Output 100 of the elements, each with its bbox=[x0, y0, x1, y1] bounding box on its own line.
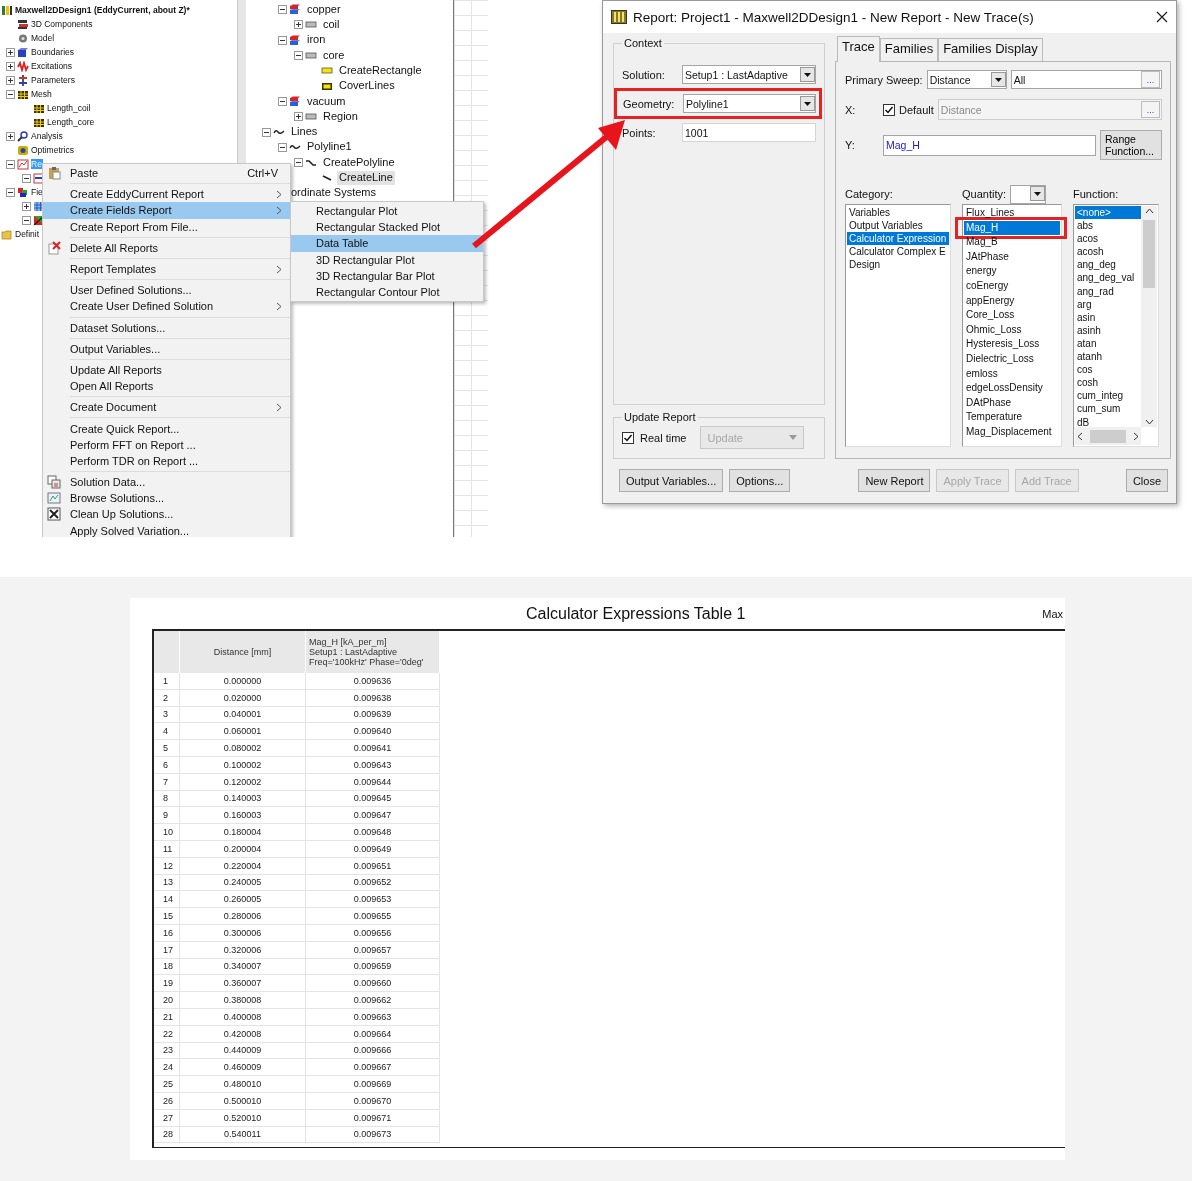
chevron-right-icon[interactable] bbox=[1133, 431, 1139, 441]
list-item[interactable]: Dielectric_Loss bbox=[964, 351, 1060, 367]
tree-item[interactable]: Optimetrics bbox=[31, 144, 75, 156]
minus-toggle-icon[interactable] bbox=[294, 51, 303, 61]
menu-item[interactable]: Create Fields Report bbox=[43, 202, 290, 219]
dropdown[interactable]: Setup1 : LastAdaptive bbox=[682, 65, 816, 84]
list-item[interactable]: Mag_Displacement bbox=[964, 424, 1060, 440]
menu-item[interactable]: Apply Solved Variation... bbox=[43, 522, 290, 537]
list-item[interactable]: acos bbox=[1075, 232, 1141, 246]
menu-item[interactable]: Rectangular Plot bbox=[291, 203, 483, 220]
list-item[interactable]: Ohmic_Loss bbox=[964, 322, 1060, 338]
menu-item[interactable]: Open All Reports bbox=[43, 378, 290, 395]
chevron-left-icon[interactable] bbox=[1077, 431, 1083, 441]
tree-item[interactable]: Length_core bbox=[47, 116, 96, 128]
menu-item[interactable]: User Defined Solutions... bbox=[43, 282, 290, 299]
menu-item[interactable]: Report Templates bbox=[43, 260, 290, 278]
list-item[interactable]: arg bbox=[1075, 297, 1141, 311]
tree-item[interactable]: copper bbox=[305, 2, 343, 17]
list-item[interactable]: cum_integ bbox=[1075, 389, 1141, 403]
menu-item[interactable]: Create Report From File... bbox=[43, 218, 290, 235]
minus-toggle-icon[interactable] bbox=[278, 142, 287, 152]
tree-item[interactable]: Length_coil bbox=[47, 102, 92, 114]
tab[interactable]: Families bbox=[879, 38, 939, 61]
minus-toggle-icon[interactable] bbox=[22, 215, 31, 225]
scrollbar-thumb[interactable] bbox=[1143, 220, 1155, 288]
list-item[interactable]: ang_deg_val bbox=[1075, 271, 1141, 285]
list-item[interactable]: cum_sum bbox=[1075, 402, 1141, 416]
list-item[interactable]: Core_Loss bbox=[964, 308, 1060, 323]
menu-item[interactable]: Perform FFT on Report ... bbox=[43, 436, 290, 453]
tree-item[interactable]: Polyline1 bbox=[305, 140, 354, 155]
minus-toggle-icon[interactable] bbox=[22, 173, 31, 183]
list-item[interactable]: asinh bbox=[1075, 323, 1141, 337]
tree-item[interactable]: Boundaries bbox=[31, 46, 75, 58]
plus-toggle-icon[interactable] bbox=[22, 201, 31, 211]
menu-item[interactable]: Create Quick Report... bbox=[43, 420, 290, 437]
menu-item[interactable]: Data Table bbox=[291, 235, 483, 252]
chevron-down-icon[interactable] bbox=[1144, 419, 1154, 425]
list-item[interactable]: appEnergy bbox=[964, 293, 1060, 309]
menu-item[interactable]: Clean Up Solutions... bbox=[43, 506, 290, 523]
menu-item[interactable]: Perform TDR on Report ... bbox=[43, 452, 290, 469]
caret-icon[interactable] bbox=[800, 96, 815, 111]
caret-icon[interactable] bbox=[990, 72, 1006, 87]
plus-toggle-icon[interactable] bbox=[294, 20, 303, 30]
tree-item[interactable]: CreateLine bbox=[337, 171, 395, 185]
minus-toggle-icon[interactable] bbox=[6, 159, 15, 169]
plus-toggle-icon[interactable] bbox=[6, 47, 15, 57]
tree-item[interactable]: Analysis bbox=[31, 130, 64, 142]
menu-item[interactable]: Create User Defined Solution bbox=[43, 298, 290, 315]
list-item[interactable]: Design bbox=[847, 258, 949, 272]
plus-toggle-icon[interactable] bbox=[294, 112, 303, 122]
tree-item[interactable]: core bbox=[321, 48, 347, 63]
input-field[interactable]: 1001 bbox=[682, 123, 816, 142]
list-item[interactable]: cosh bbox=[1075, 376, 1141, 390]
menu-item[interactable]: Browse Solutions... bbox=[43, 490, 290, 507]
scrollbar-thumb[interactable] bbox=[1090, 429, 1126, 443]
dialog-button[interactable]: Close bbox=[1125, 469, 1168, 492]
tree-item[interactable]: ordinate Systems bbox=[289, 186, 378, 201]
list-item[interactable]: <none> bbox=[1075, 206, 1141, 220]
list-item[interactable]: dB bbox=[1075, 415, 1141, 427]
list-item[interactable]: edgeLossDensity bbox=[964, 381, 1060, 396]
list-item[interactable]: Hysteresis_Loss bbox=[964, 337, 1060, 352]
close-icon[interactable] bbox=[1156, 11, 1168, 23]
tree-item[interactable]: Fie bbox=[31, 186, 44, 198]
menu-item[interactable]: Delete All Reports bbox=[43, 239, 290, 256]
caret-icon[interactable] bbox=[800, 67, 815, 82]
browse-button[interactable]: ... bbox=[1141, 71, 1160, 88]
menu-item[interactable]: Update All Reports bbox=[43, 361, 290, 379]
list-item[interactable]: Calculator Expression bbox=[847, 232, 949, 246]
minus-toggle-icon[interactable] bbox=[278, 35, 287, 45]
menu-item[interactable]: Rectangular Stacked Plot bbox=[291, 219, 483, 236]
list-item[interactable]: coEnergy bbox=[964, 278, 1060, 294]
list-item[interactable]: DAtPhase bbox=[964, 395, 1060, 411]
tree-item[interactable]: CoverLines bbox=[337, 79, 397, 93]
list-item[interactable]: abs bbox=[1075, 219, 1141, 233]
menu-item[interactable]: 3D Rectangular Plot bbox=[291, 251, 483, 268]
minus-toggle-icon[interactable] bbox=[278, 96, 287, 106]
dropdown[interactable]: Polyline1 bbox=[683, 94, 816, 113]
dialog-button[interactable]: New Report bbox=[858, 469, 931, 492]
plus-toggle-icon[interactable] bbox=[6, 75, 15, 85]
dropdown[interactable]: Distance bbox=[926, 70, 1007, 89]
list-item[interactable]: asin bbox=[1075, 310, 1141, 324]
dropdown[interactable] bbox=[1010, 184, 1047, 204]
range-function-button[interactable]: Range Function... bbox=[1100, 130, 1162, 160]
list-item[interactable]: Temperature bbox=[964, 410, 1060, 425]
list-item[interactable]: Output Variables bbox=[847, 219, 949, 233]
tree-item[interactable]: Excitations bbox=[31, 60, 74, 72]
tab[interactable]: Families Display bbox=[938, 38, 1043, 61]
chevron-up-icon[interactable] bbox=[1144, 208, 1154, 214]
minus-toggle-icon[interactable] bbox=[278, 5, 287, 15]
list-item[interactable]: ang_deg bbox=[1075, 258, 1141, 272]
tree-item[interactable]: vacuum bbox=[305, 94, 348, 109]
menu-item[interactable]: Output Variables... bbox=[43, 340, 290, 357]
menu-item[interactable]: Solution Data... bbox=[43, 474, 290, 491]
list-item[interactable]: Calculator Complex E bbox=[847, 245, 949, 259]
menu-item[interactable]: Create EddyCurrent Report bbox=[43, 186, 290, 203]
list-item[interactable]: energy bbox=[964, 264, 1060, 279]
list-item[interactable]: emloss bbox=[964, 366, 1060, 382]
tree-item[interactable]: iron bbox=[305, 33, 328, 48]
plus-toggle-icon[interactable] bbox=[6, 131, 15, 141]
dialog-button[interactable]: Options... bbox=[729, 469, 791, 492]
